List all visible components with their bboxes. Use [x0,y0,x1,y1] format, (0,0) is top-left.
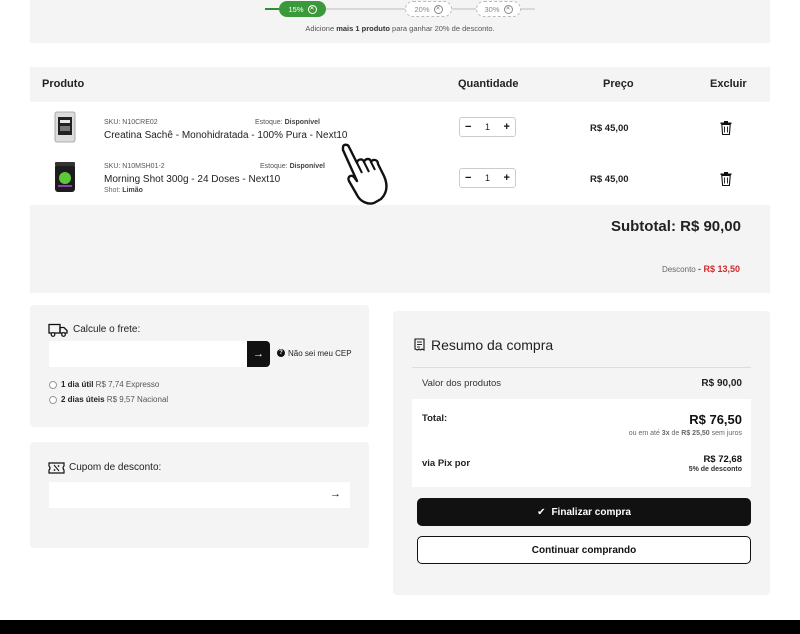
cep-input[interactable] [49,341,247,367]
products-value-label: Valor dos produtos [422,378,502,389]
installments-info: ou em até 3x de R$ 25,50 sem juros [628,430,742,437]
product-price: R$ 45,00 [590,174,629,185]
tier-pill-30: 30% ✕ [476,1,521,17]
tier-pill-20: 20% ✕ [405,1,452,17]
apply-coupon-arrow-icon[interactable]: → [330,488,341,500]
progress-track-filled [265,8,279,10]
product-sku: SKU: N10MSH01-2 [104,163,165,170]
shipping-option-express[interactable]: 1 dia útil R$ 7,74 Expresso [61,380,159,389]
pix-label: via Pix por [422,458,471,469]
pix-value: R$ 72,68 [703,454,742,465]
unknown-cep-link[interactable]: Não sei meu CEP [288,349,352,358]
arrow-right-icon: → [253,348,264,360]
progress-track [326,8,405,10]
product-image[interactable] [54,111,76,143]
shipping-option-radio[interactable] [49,396,57,404]
quantity-stepper: − 1 + [459,168,516,188]
product-name-link[interactable]: Morning Shot 300g - 24 Doses - Next10 [104,174,280,185]
cart-table-header: Produto Quantidade Preço Excluir [30,67,770,102]
decrease-qty-button[interactable]: − [465,172,471,184]
checkout-button[interactable]: ✔ Finalizar compra [417,498,751,526]
product-stock: Estoque: Disponível [255,119,320,126]
product-image[interactable] [54,161,76,193]
increase-qty-button[interactable]: + [504,121,510,133]
coupon-title: Cupom de desconto: [69,462,162,473]
trash-icon[interactable] [720,121,732,135]
coupon-input[interactable] [49,482,350,508]
tier-pill-15: 15% ✕ [279,1,326,17]
header-product: Produto [42,78,85,90]
progress-track [452,8,476,10]
calculate-shipping-button[interactable]: → [247,341,270,367]
divider [412,367,751,368]
ticket-icon [48,462,65,474]
discount-progress: 15% ✕ 20% ✕ 30% ✕ Adicione mais 1 produt… [30,0,770,43]
continue-shopping-button[interactable]: Continuar comprando [417,536,751,564]
coupon-panel: Cupom de desconto: → [30,442,369,548]
hand-cursor-icon [341,143,388,205]
gift-icon: ✕ [503,4,513,14]
quantity-stepper: − 1 + [459,117,516,137]
shipping-panel: Calcule o frete: → ? Não sei meu CEP 1 d… [30,305,369,427]
gift-icon: ✕ [433,4,443,14]
summary-title: Resumo da compra [431,337,554,353]
order-summary-panel: Resumo da compra Valor dos produtos R$ 9… [393,311,770,595]
shipping-title: Calcule o frete: [73,324,141,335]
shipping-option-national[interactable]: 2 dias úteis R$ 9,57 Nacional [61,395,168,404]
receipt-icon [414,338,425,351]
total-label: Total: [422,413,448,424]
shipping-option-radio[interactable] [49,381,57,389]
footer-bar [0,620,800,634]
truck-icon [48,323,68,337]
product-sku: SKU: N10CRE02 [104,119,158,126]
decrease-qty-button[interactable]: − [465,121,471,133]
quantity-value[interactable]: 1 [485,122,490,132]
increase-qty-button[interactable]: + [504,172,510,184]
progress-track [521,8,535,10]
products-value: R$ 90,00 [701,378,742,389]
product-price: R$ 45,00 [590,123,629,134]
subtotal-section: Subtotal: R$ 90,00 Desconto - R$ 13,50 [30,205,770,293]
discount-row: Desconto - R$ 13,50 [661,264,740,274]
total-value: R$ 76,50 [689,412,742,427]
product-variant: Shot: Limão [104,187,143,194]
header-remove: Excluir [710,78,747,90]
total-block: Total: R$ 76,50 ou em até 3x de R$ 25,50… [412,399,751,487]
trash-icon[interactable] [720,172,732,186]
product-name-link[interactable]: Creatina Sachê - Monohidratada - 100% Pu… [104,130,347,141]
gift-icon: ✕ [307,4,317,14]
subtotal-value: Subtotal: R$ 90,00 [610,218,741,235]
help-icon: ? [277,349,285,357]
pix-discount: 5% de desconto [688,466,742,473]
header-price: Preço [603,78,634,90]
progress-message: Adicione mais 1 produto para ganhar 20% … [305,24,495,33]
check-icon: ✔ [537,506,546,518]
header-quantity: Quantidade [458,78,519,90]
checkout-button-label: Finalizar compra [551,506,631,518]
quantity-value[interactable]: 1 [485,173,490,183]
product-stock: Estoque: Disponível [260,163,325,170]
